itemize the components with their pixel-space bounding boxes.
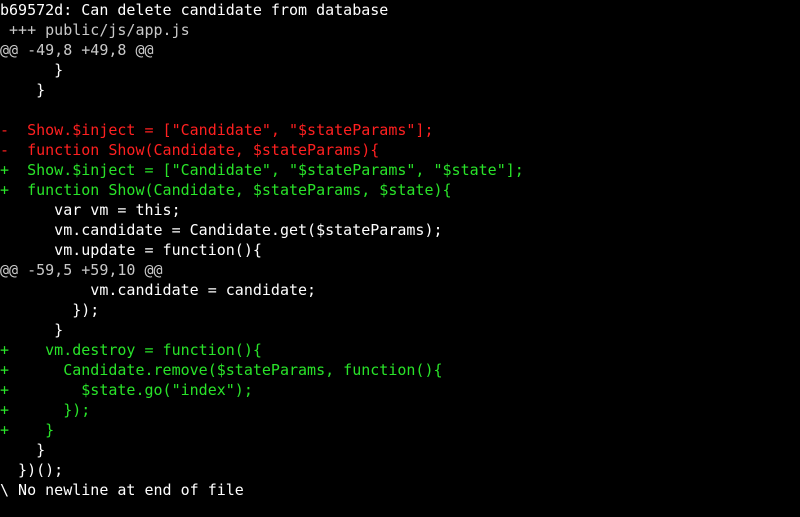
hunk-header: @@ -49,8 +49,8 @@ bbox=[0, 41, 154, 59]
diff-context-line: })(); bbox=[0, 461, 64, 479]
diff-context-line: var vm = this; bbox=[0, 201, 181, 219]
diff-added-line: + $state.go("index"); bbox=[0, 381, 253, 399]
commit-header: b69572d: Can delete candidate from datab… bbox=[0, 1, 389, 19]
diff-context-line: vm.update = function(){ bbox=[0, 241, 262, 259]
diff-added-line: + } bbox=[0, 421, 55, 439]
diff-context-line: vm.candidate = Candidate.get($stateParam… bbox=[0, 221, 443, 239]
diff-file-header: +++ public/js/app.js bbox=[0, 21, 190, 39]
diff-context-line: } bbox=[0, 61, 64, 79]
diff-added-line: + }); bbox=[0, 401, 91, 419]
diff-context-line: } bbox=[0, 321, 64, 339]
terminal-window: b69572d: Can delete candidate from datab… bbox=[0, 0, 800, 517]
diff-context-line bbox=[0, 100, 800, 120]
diff-context-line: } bbox=[0, 441, 46, 459]
diff-added-line: + function Show(Candidate, $stateParams,… bbox=[0, 181, 452, 199]
diff-context-line: }); bbox=[0, 301, 100, 319]
diff-added-line: + vm.destroy = function(){ bbox=[0, 341, 262, 359]
hunk-header: @@ -59,5 +59,10 @@ bbox=[0, 261, 163, 279]
diff-added-line: + Show.$inject = ["Candidate", "$statePa… bbox=[0, 161, 524, 179]
diff-deleted-line: - function Show(Candidate, $stateParams)… bbox=[0, 141, 380, 159]
no-newline-note: \ No newline at end of file bbox=[0, 481, 244, 499]
diff-added-line: + Candidate.remove($stateParams, functio… bbox=[0, 361, 443, 379]
diff-context-line: } bbox=[0, 81, 46, 99]
diff-deleted-line: - Show.$inject = ["Candidate", "$statePa… bbox=[0, 121, 434, 139]
diff-context-line: vm.candidate = candidate; bbox=[0, 281, 317, 299]
